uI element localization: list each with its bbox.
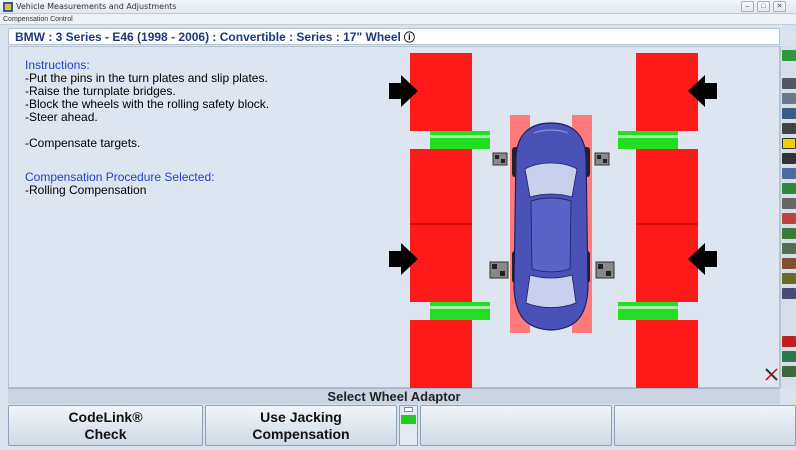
left-runway-tail [410, 320, 472, 389]
app-icon [3, 2, 13, 12]
adjust-icon[interactable] [782, 273, 796, 284]
reset-icon[interactable] [782, 153, 796, 164]
right-runway-tail [636, 320, 698, 389]
instructions-panel: Instructions: -Put the pins in the turn … [25, 59, 375, 197]
fkey-label-line1: Use Jacking [260, 409, 342, 425]
arrows-icon[interactable] [782, 351, 796, 362]
fkey-label-line2: Compensation [252, 426, 350, 442]
status-bar: Select Wheel Adaptor [8, 388, 780, 404]
lift-icon[interactable] [782, 336, 796, 347]
wheel-target-rf [594, 152, 610, 166]
left-front-runway [410, 53, 472, 131]
printer-icon[interactable] [782, 93, 796, 104]
right-front-runway [636, 53, 698, 131]
left-front-turnplate [430, 131, 490, 149]
help-icon[interactable] [782, 50, 796, 61]
function-key-4[interactable] [614, 405, 796, 446]
monitor-icon[interactable] [782, 78, 796, 89]
vehicle-selection-bar: BMW : 3 Series - E46 (1998 - 2006) : Con… [8, 28, 780, 45]
axle-icon[interactable] [782, 243, 796, 254]
window-titlebar: Vehicle Measurements and Adjustments – □… [0, 0, 796, 14]
codelink-check-button[interactable]: CodeLink® Check [8, 405, 203, 446]
shortcut-icon[interactable] [782, 366, 796, 377]
left-runway-mid [410, 149, 472, 224]
vehicle-icon[interactable] [782, 108, 796, 119]
spec-icon[interactable] [782, 258, 796, 269]
indicator-top-icon [404, 407, 413, 412]
status-text: Select Wheel Adaptor [327, 389, 461, 404]
measure-icon[interactable] [782, 168, 796, 179]
maximize-button[interactable]: □ [757, 1, 770, 12]
alignment-rack-diagram [389, 53, 778, 389]
fkey-label-line1: CodeLink® [68, 409, 143, 425]
main-panel: Instructions: -Put the pins in the turn … [8, 46, 780, 389]
vehicle-title: BMW : 3 Series - E46 (1998 - 2006) : Con… [15, 30, 415, 45]
wheel-target-rr [595, 261, 615, 279]
wheel-target-lf [492, 152, 508, 166]
indicator-green-bar [401, 415, 416, 424]
jacking-compensation-button[interactable]: Use Jacking Compensation [205, 405, 397, 446]
left-rear-runway [410, 224, 472, 302]
tool-icon[interactable] [782, 123, 796, 134]
function-key-bar: CodeLink® Check Use Jacking Compensation [8, 405, 796, 450]
application-window: Vehicle Measurements and Adjustments – □… [0, 0, 796, 450]
wrench-icon[interactable] [765, 368, 778, 381]
minimize-button[interactable]: – [741, 1, 754, 12]
level-indicator [399, 405, 418, 446]
right-rear-slipplate [618, 302, 678, 320]
right-toolbar [780, 46, 796, 388]
vehicle-top-view [512, 122, 590, 331]
right-front-turnplate [618, 131, 678, 149]
wheel-target-lr [489, 261, 509, 279]
camera-icon[interactable] [782, 183, 796, 194]
right-runway-mid [636, 149, 698, 224]
undo-icon[interactable] [782, 198, 796, 209]
close-button[interactable]: ✕ [773, 1, 786, 12]
instruction-step: -Steer ahead. [25, 110, 98, 124]
chart-icon[interactable] [782, 288, 796, 299]
function-key-3[interactable] [420, 405, 612, 446]
rack-icon[interactable] [782, 213, 796, 224]
adaptor-icon[interactable] [782, 138, 796, 149]
wheel-icon[interactable] [782, 228, 796, 239]
vehicle-title-text: BMW : 3 Series - E46 (1998 - 2006) : Con… [15, 30, 401, 44]
info-icon[interactable]: ⓘ [404, 31, 415, 45]
procedure-value: -Rolling Compensation [25, 183, 147, 197]
window-title: Vehicle Measurements and Adjustments [16, 2, 177, 11]
fkey-label-line2: Check [84, 426, 127, 442]
screen-title: Compensation Control [3, 16, 73, 23]
left-rear-slipplate [430, 302, 490, 320]
instruction-extra: -Compensate targets. [25, 136, 141, 150]
right-rear-runway [636, 224, 698, 302]
screen-title-bar: Compensation Control [0, 14, 796, 25]
